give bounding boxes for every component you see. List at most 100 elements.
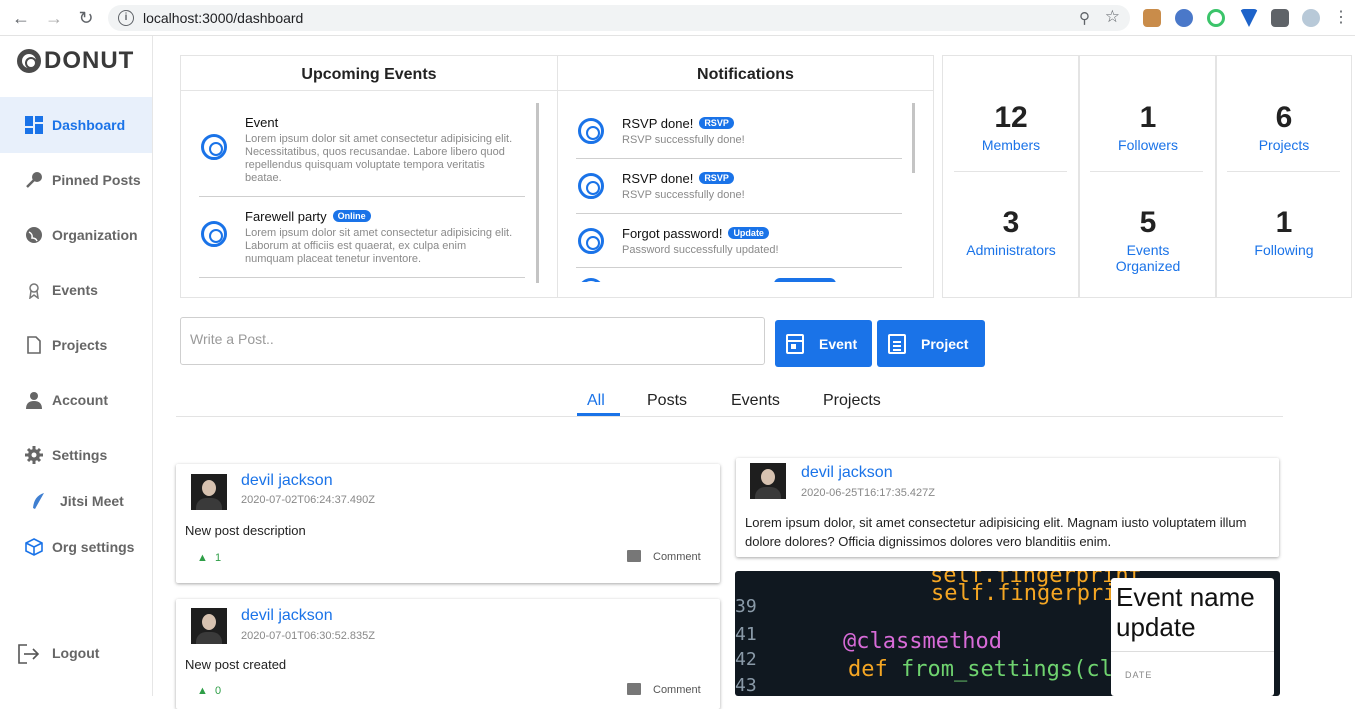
create-project-label: Project <box>921 335 969 352</box>
site-info-icon[interactable]: i <box>118 10 134 26</box>
sidebar-item-label: Jitsi Meet <box>60 493 124 509</box>
medal-icon <box>25 281 43 300</box>
extensions-puzzle-icon[interactable] <box>1271 9 1289 27</box>
notification-description: RSVP successfully done! <box>622 134 745 146</box>
url-text[interactable]: localhost:3000/dashboard <box>143 10 303 26</box>
globe-icon <box>25 226 43 244</box>
stats-divider <box>954 171 1067 172</box>
file-icon <box>25 336 43 354</box>
tab-projects[interactable]: Projects <box>823 392 881 410</box>
back-arrow-icon[interactable]: ← <box>11 8 31 28</box>
extension-v-icon[interactable] <box>1240 9 1258 27</box>
browser-toolbar: ← → ↻ i localhost:3000/dashboard ⚲ ☆ ⋮ <box>0 0 1355 36</box>
stat-members[interactable]: 12 Members <box>943 101 1079 153</box>
create-project-button[interactable]: Project <box>877 320 985 367</box>
notifications-scrollbar[interactable] <box>912 103 915 173</box>
create-event-button[interactable]: Event <box>775 320 872 367</box>
sidebar-item-org-settings[interactable]: Org settings <box>0 519 152 575</box>
zoom-icon[interactable]: ⚲ <box>1079 9 1090 27</box>
tab-posts[interactable]: Posts <box>647 392 687 410</box>
stat-value: 12 <box>994 101 1028 134</box>
stat-administrators[interactable]: 3 Administrators <box>943 206 1079 258</box>
stat-label: Projects <box>1258 137 1310 153</box>
stat-value: 6 <box>1275 101 1293 134</box>
address-bar[interactable]: i localhost:3000/dashboard ⚲ ☆ <box>108 5 1130 31</box>
event-icon <box>201 134 227 160</box>
upcoming-events-panel: Upcoming Events Event Lorem ipsum dolor … <box>180 55 558 298</box>
avatar[interactable] <box>191 608 227 644</box>
reload-icon[interactable]: ↻ <box>76 8 96 28</box>
event-info-box: Event name update DATE <box>1111 578 1274 696</box>
like-counter[interactable]: ▲ 0 <box>197 685 221 697</box>
extension-box-icon[interactable] <box>1143 9 1161 27</box>
notification-item[interactable]: Forgot password! Update Password successf… <box>576 221 902 266</box>
comment-button[interactable]: Comment <box>627 683 701 696</box>
event-icon <box>201 221 227 247</box>
stats-divider <box>1090 171 1203 172</box>
forward-arrow-icon[interactable]: → <box>44 8 64 28</box>
sidebar-item-account[interactable]: Account <box>0 372 152 428</box>
sidebar-item-projects[interactable]: Projects <box>0 317 152 373</box>
post-body: Lorem ipsum dolor, sit amet consectetur … <box>745 515 1247 549</box>
pin-icon <box>25 171 43 189</box>
event-list-item[interactable]: Event Lorem ipsum dolor sit amet consect… <box>199 114 525 194</box>
event-divider <box>1111 651 1274 652</box>
tabs-divider <box>176 416 1283 417</box>
notification-item[interactable]: RSVP done! RSVP RSVP successfully done! <box>576 111 902 156</box>
sidebar-item-label: Org settings <box>52 539 135 555</box>
logout-button[interactable]: Logout <box>0 625 152 681</box>
brand-logo[interactable]: DONUT <box>17 47 134 75</box>
post-author[interactable]: devil jackson <box>241 607 333 625</box>
sidebar-item-events[interactable]: Events <box>0 262 152 318</box>
event-name[interactable]: Event name update <box>1116 582 1274 642</box>
stat-value: 3 <box>1002 206 1020 239</box>
extension-ring-icon[interactable] <box>1207 9 1225 27</box>
write-post-input[interactable]: Write a Post.. <box>180 317 765 365</box>
sidebar-item-label: Pinned Posts <box>52 172 141 188</box>
extension-circle-icon[interactable] <box>1175 9 1193 27</box>
like-count: 0 <box>214 685 222 697</box>
post-body: New post created <box>185 657 287 672</box>
profile-avatar-icon[interactable] <box>1302 9 1320 27</box>
event-date-label: DATE <box>1125 670 1153 680</box>
post-card: devil jackson 2020-07-01T06:30:52.835Z N… <box>176 599 720 709</box>
post-author[interactable]: devil jackson <box>241 472 333 490</box>
logout-label: Logout <box>52 645 100 661</box>
stat-events-organized[interactable]: 5 Events Organized <box>1080 206 1216 274</box>
sidebar-item-label: Settings <box>52 447 108 463</box>
stat-following[interactable]: 1 Following <box>1216 206 1352 258</box>
like-counter[interactable]: ▲ 1 <box>197 552 221 564</box>
post-author[interactable]: devil jackson <box>801 464 893 482</box>
comment-button[interactable]: Comment <box>627 550 701 563</box>
event-description: Lorem ipsum dolor sit amet consectetur a… <box>245 133 513 184</box>
list-divider <box>199 277 525 278</box>
tab-all[interactable]: All <box>587 392 605 410</box>
upcoming-scrollbar[interactable] <box>536 103 539 283</box>
panel-divider <box>558 90 933 91</box>
brand-name: DONUT <box>44 47 135 74</box>
notification-title: RSVP done! RSVP <box>622 116 734 131</box>
avatar[interactable] <box>750 463 786 499</box>
post-timestamp: 2020-06-25T16:17:35.427Z <box>801 487 935 499</box>
event-list-item[interactable]: Farewell party Online Lorem ipsum dolor s… <box>199 206 525 276</box>
notification-item[interactable]: RSVP done! RSVP RSVP successfully done! <box>576 166 902 211</box>
tab-events[interactable]: Events <box>731 392 780 410</box>
sidebar-item-dashboard[interactable]: Dashboard <box>0 97 152 153</box>
stat-value: 5 <box>1139 206 1157 239</box>
bookmark-star-icon[interactable]: ☆ <box>1105 7 1120 27</box>
sidebar-item-pinned-posts[interactable]: Pinned Posts <box>0 152 152 208</box>
notification-badge: RSVP <box>699 117 734 129</box>
list-divider <box>199 196 525 197</box>
sidebar-item-label: Account <box>52 392 108 408</box>
stat-projects[interactable]: 6 Projects <box>1216 101 1352 153</box>
notification-title: Forgot password! Update <box>622 226 769 241</box>
donut-logo-icon <box>17 49 41 73</box>
stat-followers[interactable]: 1 Followers <box>1080 101 1216 153</box>
avatar[interactable] <box>191 474 227 510</box>
browser-menu-icon[interactable]: ⋮ <box>1331 8 1351 28</box>
gear-icon <box>25 446 43 464</box>
notification-description: RSVP successfully done! <box>622 189 745 201</box>
sidebar-item-organization[interactable]: Organization <box>0 207 152 263</box>
stat-label: Following <box>1254 242 1314 258</box>
event-description: Lorem ipsum dolor sit amet consectetur a… <box>245 227 513 265</box>
